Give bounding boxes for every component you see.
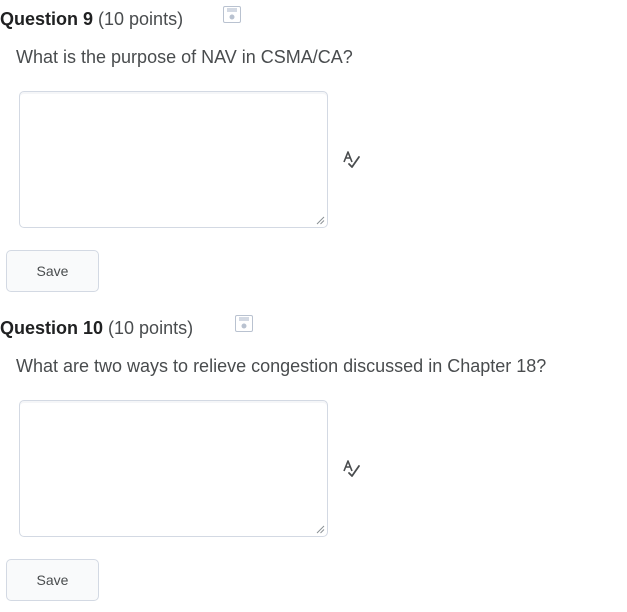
spellcheck-icon[interactable] [341, 149, 362, 170]
resize-grip-icon[interactable] [316, 216, 325, 225]
question-title: Question 9 [0, 8, 94, 29]
answer-textarea[interactable] [19, 91, 328, 228]
question-prompt: What are two ways to relieve congestion … [16, 356, 547, 376]
question-header: Question 9 (10 points) [0, 7, 183, 31]
save-button[interactable]: Save [6, 559, 99, 601]
floppy-disk-icon [223, 6, 241, 23]
question-header: Question 10 (10 points) [0, 316, 193, 340]
question-points: (10 points) [98, 8, 184, 29]
question-title: Question 10 [0, 317, 104, 338]
floppy-disk-icon [235, 315, 253, 332]
resize-grip-icon[interactable] [316, 525, 325, 534]
question-points: (10 points) [108, 317, 194, 338]
spellcheck-icon[interactable] [341, 458, 362, 479]
answer-textarea[interactable] [19, 400, 328, 537]
save-button[interactable]: Save [6, 250, 99, 292]
question-prompt: What is the purpose of NAV in CSMA/CA? [16, 47, 353, 67]
